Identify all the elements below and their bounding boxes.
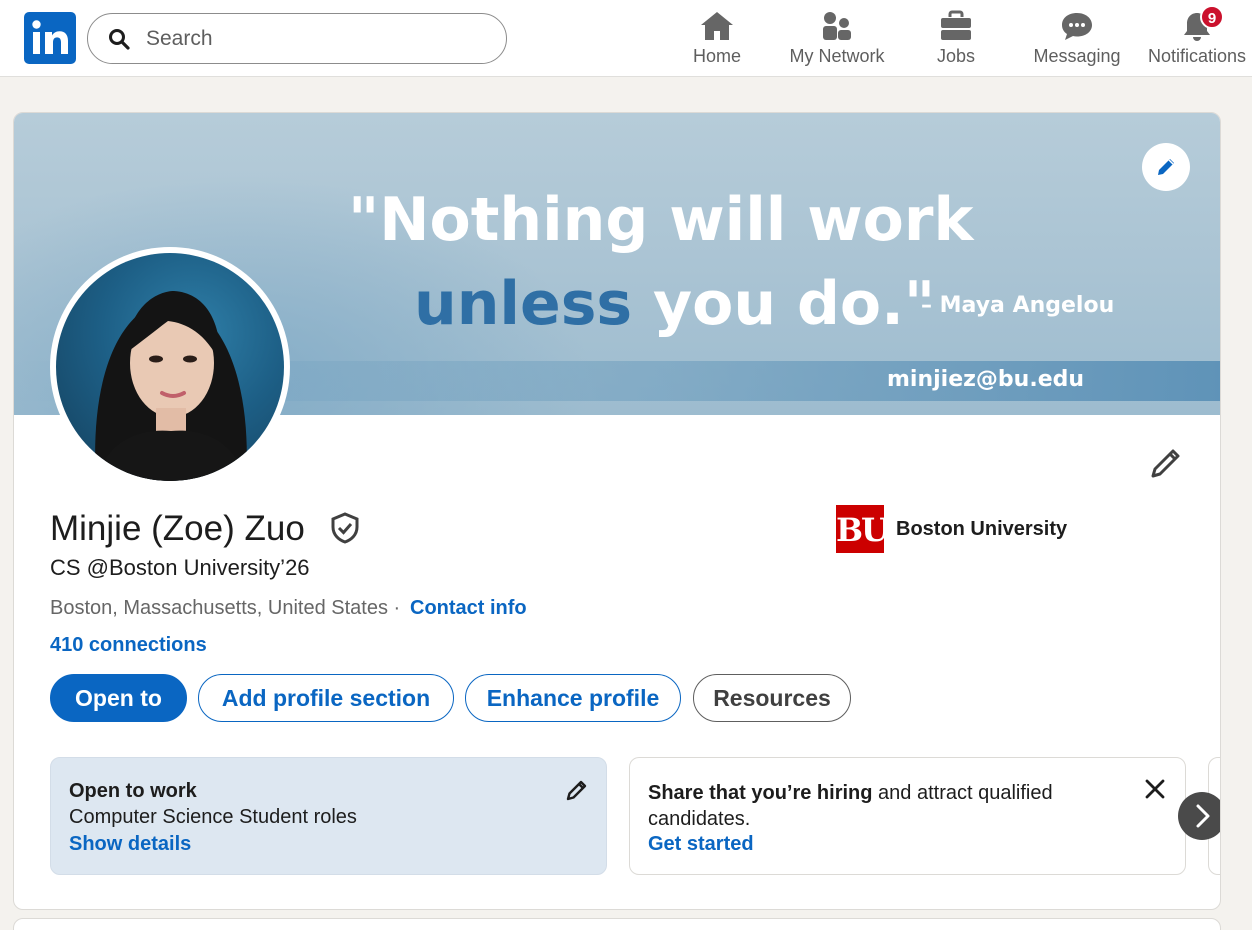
profile-location: Boston, Massachusetts, United States · <box>50 597 401 619</box>
nav-home-label: Home <box>692 46 741 66</box>
pencil-icon[interactable] <box>565 778 589 802</box>
profile-photo[interactable] <box>50 247 290 487</box>
nav-jobs[interactable]: Jobs <box>922 8 990 70</box>
banner-email: minjiez@bu.edu <box>887 367 1085 392</box>
chevron-right-icon <box>1196 804 1210 828</box>
open-to-work-roles: Computer Science Student roles <box>69 806 357 828</box>
chat-icon <box>1062 13 1092 40</box>
people-icon <box>823 12 851 40</box>
notifications-badge: 9 <box>1200 5 1224 29</box>
add-profile-section-button[interactable]: Add profile section <box>198 674 454 722</box>
hiring-message: Share that you’re hiring and attract qua… <box>648 780 1108 832</box>
edit-intro-button[interactable] <box>1148 445 1184 486</box>
profile-name: Minjie (Zoe) Zuo <box>50 509 305 548</box>
banner-quote-line1: "Nothing will work <box>348 185 974 255</box>
nav-my-network-label: My Network <box>789 46 885 66</box>
banner-quote-author: – Maya Angelou <box>921 293 1115 318</box>
next-section-card <box>13 918 1221 930</box>
verified-shield-icon[interactable] <box>330 512 360 544</box>
top-nav-bar: Home My Network Jobs Messaging <box>0 0 1252 77</box>
nav-jobs-label: Jobs <box>936 46 976 66</box>
nav-my-network[interactable]: My Network <box>781 8 893 70</box>
hiring-card[interactable]: Share that you’re hiring and attract qua… <box>629 757 1186 875</box>
open-to-work-card[interactable]: Open to work Computer Science Student ro… <box>50 757 607 875</box>
show-details-link[interactable]: Show details <box>69 833 191 856</box>
hiring-message-bold: Share that you’re hiring <box>648 782 873 804</box>
school-name: Boston University <box>896 518 1068 540</box>
briefcase-icon <box>941 10 971 40</box>
search-icon <box>109 29 130 50</box>
person-portrait-icon <box>95 291 247 481</box>
carousel-next-button[interactable] <box>1178 792 1220 840</box>
pencil-icon <box>1158 159 1174 175</box>
search-bar[interactable] <box>87 13 507 64</box>
linkedin-logo-icon[interactable] <box>24 12 76 64</box>
home-icon <box>701 12 733 40</box>
edit-banner-button[interactable] <box>1142 143 1190 191</box>
enhance-profile-button[interactable]: Enhance profile <box>465 674 681 722</box>
open-to-button[interactable]: Open to <box>50 674 187 722</box>
banner-quote-rest: you do." <box>632 269 936 339</box>
nav-home[interactable]: Home <box>676 8 758 70</box>
nav-notifications-label: Notifications <box>1147 46 1247 66</box>
get-started-link[interactable]: Get started <box>648 833 754 856</box>
bu-logo-text: BU <box>836 511 889 549</box>
close-icon[interactable] <box>1142 776 1168 802</box>
nav-notifications[interactable]: 9 Notifications <box>1144 5 1250 70</box>
boston-university-logo: BU <box>836 505 889 553</box>
nav-messaging-label: Messaging <box>1033 46 1121 66</box>
connections-link[interactable]: 410 connections <box>50 634 207 657</box>
search-input[interactable] <box>146 26 486 52</box>
contact-info-link[interactable]: Contact info <box>410 597 527 620</box>
banner-quote-line2: unless you do." <box>414 269 935 339</box>
profile-photo-image <box>56 253 284 481</box>
nav-messaging[interactable]: Messaging <box>1030 8 1124 70</box>
banner-quote-emphasis: unless <box>414 269 633 339</box>
open-to-work-title: Open to work <box>69 780 197 802</box>
profile-headline: CS @Boston University’26 <box>50 555 310 580</box>
pencil-icon <box>1151 449 1180 478</box>
resources-button[interactable]: Resources <box>693 674 851 722</box>
profile-card: "Nothing will work unless you do." – May… <box>13 112 1221 910</box>
